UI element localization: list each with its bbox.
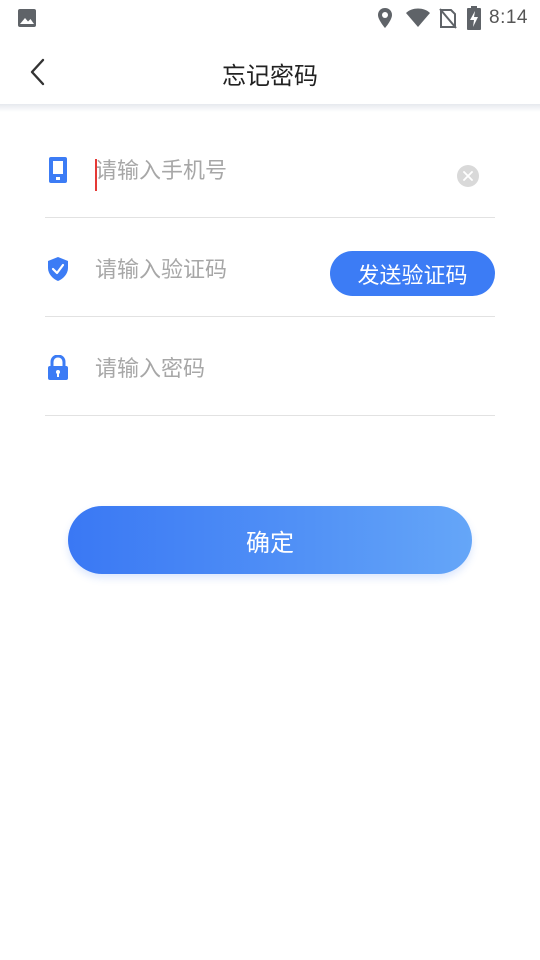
lock-icon — [45, 355, 71, 381]
code-input[interactable] — [95, 250, 315, 290]
text-cursor — [95, 159, 97, 191]
password-input[interactable] — [95, 349, 425, 389]
page-title: 忘记密码 — [222, 62, 318, 90]
clear-icon[interactable] — [457, 165, 479, 187]
image-icon — [17, 8, 37, 28]
code-row: 发送验证码 — [45, 218, 495, 317]
password-row — [45, 317, 495, 416]
shield-check-icon — [45, 256, 71, 282]
nav-divider — [0, 104, 540, 112]
battery-charging-icon — [467, 0, 482, 36]
status-time: 8:14 — [489, 7, 528, 28]
wifi-icon — [405, 0, 431, 36]
location-icon — [377, 0, 393, 36]
confirm-button[interactable]: 确定 — [68, 506, 472, 574]
nav-bar: 忘记密码 — [0, 36, 540, 108]
phone-input[interactable] — [95, 151, 425, 191]
phone-icon — [45, 157, 71, 183]
status-bar: 8:14 — [0, 0, 540, 36]
no-sim-icon — [439, 0, 457, 36]
send-code-button[interactable]: 发送验证码 — [330, 251, 495, 296]
phone-row — [45, 119, 495, 218]
